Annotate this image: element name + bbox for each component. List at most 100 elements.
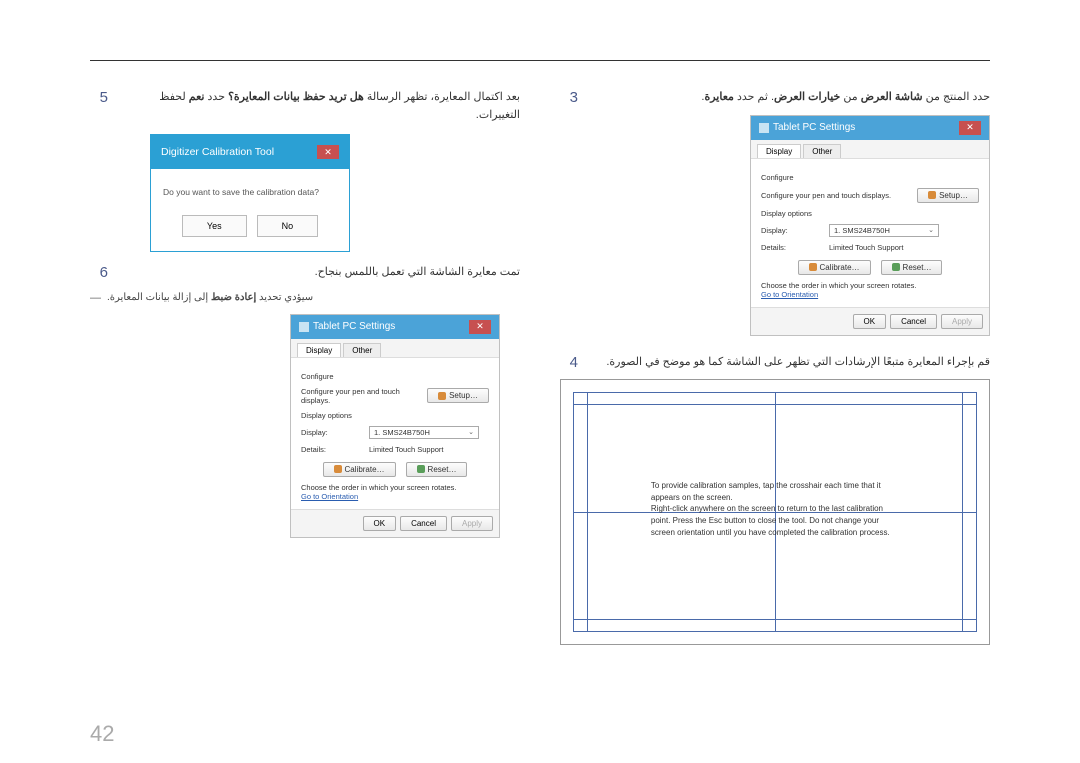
bold: هل تريد حفظ بيانات المعايرة؟ (228, 91, 364, 103)
apply-button[interactable]: Apply (941, 314, 983, 329)
close-button[interactable]: ✕ (469, 320, 491, 334)
step-text: بعد اكتمال المعايرة، تظهر الرسالة هل تري… (118, 89, 520, 124)
text: سيؤدي تحديد (256, 292, 313, 303)
setup-button[interactable]: Setup… (917, 188, 979, 203)
dialog-title: Tablet PC Settings (313, 321, 395, 332)
display-label: Display: (301, 428, 361, 437)
step-6: 6 تمت معايرة الشاشة التي تعمل باللمس بنج… (90, 264, 520, 282)
orientation-note: Choose the order in which your screen ro… (301, 483, 489, 492)
setup-button[interactable]: Setup… (427, 388, 489, 403)
details-value: Limited Touch Support (369, 445, 489, 454)
bold: معايرة (704, 91, 733, 103)
ok-button[interactable]: OK (363, 516, 397, 531)
configure-label: Configure (761, 173, 821, 182)
apply-button[interactable]: Apply (451, 516, 493, 531)
chevron-down-icon: ⌄ (468, 428, 474, 436)
text: حدد (204, 91, 228, 103)
no-button[interactable]: No (257, 215, 319, 237)
value: 1. SMS24B750H (374, 428, 430, 437)
orientation-link[interactable]: Go to Orientation (301, 492, 489, 501)
setup-icon (438, 392, 446, 400)
details-value: Limited Touch Support (829, 243, 979, 252)
text: بعد اكتمال المعايرة، تظهر الرسالة (364, 91, 520, 103)
step-5: 5 بعد اكتمال المعايرة، تظهر الرسالة هل ت… (90, 89, 520, 124)
grid-line (573, 404, 977, 405)
value: 1. SMS24B750H (834, 226, 890, 235)
label: Setup… (449, 391, 478, 400)
dialog-titlebar: Tablet PC Settings ✕ (751, 116, 989, 140)
text: حدد المنتج من (923, 91, 990, 103)
step-3: 3 حدد المنتج من شاشة العرض من خيارات الع… (560, 89, 990, 107)
dialog-body: Configure Configure your pen and touch d… (291, 358, 499, 509)
step-text: حدد المنتج من شاشة العرض من خيارات العرض… (588, 89, 990, 107)
grid-line (573, 392, 977, 393)
configure-label: Configure (301, 372, 361, 381)
tab-display[interactable]: Display (757, 144, 801, 158)
step-text: قم بإجراء المعايرة متبعًا الإرشادات التي… (588, 354, 990, 372)
tab-other[interactable]: Other (343, 343, 381, 357)
tabs: Display Other (291, 339, 499, 358)
label: Reset… (428, 465, 457, 474)
step-number: 4 (560, 354, 578, 372)
bold: شاشة العرض (861, 91, 923, 103)
calibration-grid: To provide calibration samples, tap the … (560, 379, 990, 645)
calibration-instructions: To provide calibration samples, tap the … (651, 480, 899, 538)
text: إلى إزالة بيانات المعايرة. (107, 292, 211, 303)
yes-button[interactable]: Yes (182, 215, 247, 237)
grid-line (573, 619, 977, 620)
orientation-link[interactable]: Go to Orientation (761, 290, 979, 299)
label: Calibrate… (820, 263, 860, 272)
bold: خيارات العرض (774, 91, 840, 103)
calibrate-button[interactable]: Calibrate… (798, 260, 871, 275)
close-button[interactable]: ✕ (959, 121, 981, 135)
display-select[interactable]: 1. SMS24B750H ⌄ (829, 224, 939, 237)
dialog-title: Tablet PC Settings (773, 122, 855, 133)
step-number: 5 (90, 89, 108, 124)
details-label: Details: (761, 243, 821, 252)
orientation-note: Choose the order in which your screen ro… (761, 281, 979, 290)
note: ― سيؤدي تحديد إعادة ضبط إلى إزالة بيانات… (90, 292, 520, 304)
configure-text: Configure your pen and touch displays. (301, 387, 419, 405)
dialog-footer: OK Cancel Apply (751, 307, 989, 335)
display-select[interactable]: 1. SMS24B750H ⌄ (369, 426, 479, 439)
tab-display[interactable]: Display (297, 343, 341, 357)
tabs: Display Other (751, 140, 989, 159)
dialog-footer: OK Cancel Apply (291, 509, 499, 537)
ok-button[interactable]: OK (853, 314, 887, 329)
text: من (840, 91, 860, 103)
label: Calibrate… (345, 465, 385, 474)
close-button[interactable]: ✕ (317, 145, 339, 159)
text: . ثم حدد (734, 91, 774, 103)
cancel-button[interactable]: Cancel (890, 314, 937, 329)
label: Reset… (903, 263, 932, 272)
display-options-label: Display options (301, 411, 361, 420)
dialog-message: Do you want to save the calibration data… (163, 187, 337, 197)
note-dash: ― (90, 292, 101, 304)
page-number: 42 (90, 721, 114, 747)
top-rule (90, 60, 990, 61)
step-number: 6 (90, 264, 108, 282)
step-number: 3 (560, 89, 578, 107)
chevron-down-icon: ⌄ (928, 226, 934, 234)
display-label: Display: (761, 226, 821, 235)
right-column: 3 حدد المنتج من شاشة العرض من خيارات الع… (560, 89, 990, 645)
dialog-titlebar: Digitizer Calibration Tool ✕ (151, 135, 349, 169)
dialog-body: Configure Configure your pen and touch d… (751, 159, 989, 307)
tab-other[interactable]: Other (803, 144, 841, 158)
tablet-pc-settings-dialog: Tablet PC Settings ✕ Display Other Confi… (750, 115, 990, 336)
left-column: 5 بعد اكتمال المعايرة، تظهر الرسالة هل ت… (90, 89, 520, 645)
calibrate-button[interactable]: Calibrate… (323, 462, 396, 477)
reset-button[interactable]: Reset… (881, 260, 943, 275)
grid-line (573, 631, 977, 632)
display-options-label: Display options (761, 209, 821, 218)
app-icon (299, 322, 309, 332)
cancel-button[interactable]: Cancel (400, 516, 447, 531)
details-label: Details: (301, 445, 361, 454)
step-text: تمت معايرة الشاشة التي تعمل باللمس بنجاح… (118, 264, 520, 282)
reset-icon (417, 465, 425, 473)
app-icon (759, 123, 769, 133)
setup-icon (928, 191, 936, 199)
bold: نعم (189, 91, 205, 103)
reset-button[interactable]: Reset… (406, 462, 468, 477)
tablet-pc-settings-dialog: Tablet PC Settings ✕ Display Other Confi… (290, 314, 500, 538)
